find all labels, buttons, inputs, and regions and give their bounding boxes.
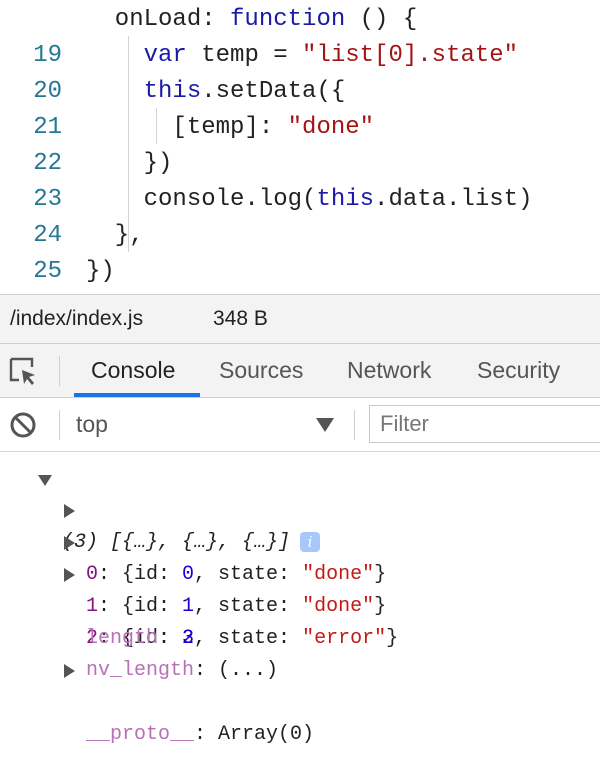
expand-triangle-icon[interactable] [64, 664, 75, 678]
context-selector[interactable]: top [76, 398, 108, 451]
code-editor[interactable]: 19 onLoad: function () { 20 var temp = "… [0, 0, 600, 294]
array-item-row[interactable]: 1: {id: 1, state: "done"} [0, 527, 600, 618]
proto-property[interactable]: __proto__: Array(0) [0, 655, 600, 746]
array-item-row[interactable]: 2: {id: 2, state: "error"} [0, 559, 600, 650]
code-line: 20 var temp = "list[0].state" [0, 38, 600, 105]
code-line: 21 this.setData({ [0, 74, 600, 141]
toolbar-divider [59, 356, 60, 386]
toolbar-divider [59, 410, 60, 440]
filter-input[interactable] [369, 405, 600, 443]
clear-console-icon[interactable] [9, 411, 37, 439]
expand-triangle-icon[interactable] [64, 504, 75, 518]
tab-console[interactable]: Console [91, 344, 175, 397]
code-line: 19 onLoad: function () { [0, 2, 600, 69]
code-line: 25 }, [0, 218, 600, 285]
file-size: 348 B [213, 307, 268, 330]
array-item-row[interactable]: 0: {id: 0, state: "done"} [0, 495, 600, 586]
code-line: 24 console.log(this.data.list) [0, 182, 600, 249]
expand-triangle-icon[interactable] [64, 536, 75, 550]
tab-sources[interactable]: Sources [219, 344, 303, 397]
dropdown-arrow-icon[interactable] [316, 418, 334, 432]
tab-network[interactable]: Network [347, 344, 431, 397]
editor-status-bar: /index/index.js 348 B [0, 294, 600, 344]
collapse-triangle-icon[interactable] [38, 475, 52, 486]
inspect-element-icon[interactable] [8, 356, 38, 386]
length-property: length: 3 [86, 627, 195, 650]
console-output: (3) [{…}, {…}, {…}] i 0: {id: 0, state: "… [0, 452, 600, 746]
active-tab-indicator [74, 393, 200, 397]
file-path: /index/index.js [10, 307, 144, 330]
code-line: 22 [temp]: "done" [0, 110, 600, 177]
devtools-tab-bar: Console Sources Network Security [0, 344, 600, 398]
toolbar-divider [354, 410, 355, 440]
nv-length-property[interactable]: nv_length: (...) [0, 623, 600, 682]
expand-triangle-icon[interactable] [64, 568, 75, 582]
console-toolbar: top [0, 398, 600, 452]
tab-security[interactable]: Security [477, 344, 560, 397]
code-line: 23 }) [0, 146, 600, 213]
code-line: 26 }) [0, 254, 600, 290]
array-log-entry[interactable]: (3) [{…}, {…}, {…}] i [0, 463, 600, 554]
